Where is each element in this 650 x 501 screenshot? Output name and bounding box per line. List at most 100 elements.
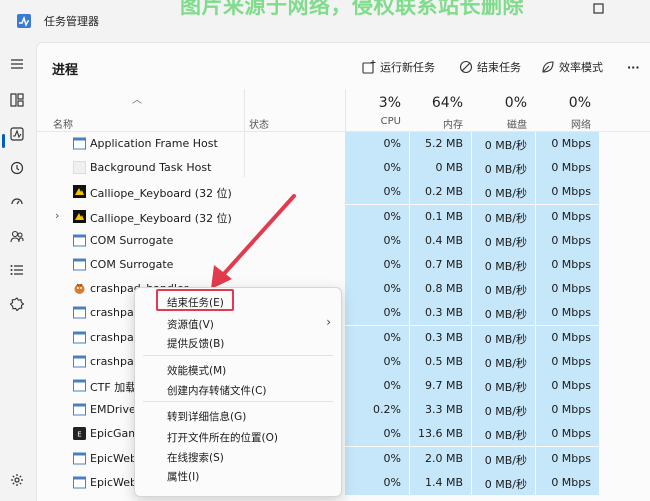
- process-row[interactable]: COM Surrogate 0% 0.7 MB 0 MB/秒 0 Mbps: [37, 253, 650, 277]
- more-icon: ···: [627, 60, 640, 74]
- page-title: 进程: [52, 63, 79, 78]
- users-icon[interactable]: [7, 226, 27, 246]
- efficiency-mode-button[interactable]: 效率模式: [541, 58, 603, 76]
- network-cell: 0 Mbps: [536, 156, 599, 181]
- svg-text:E: E: [77, 431, 81, 439]
- app-title: 任务管理器: [44, 15, 99, 28]
- menu-icon[interactable]: [7, 54, 27, 74]
- cpu-value: 0%: [383, 185, 401, 199]
- window-icon: [73, 476, 86, 489]
- process-row[interactable]: EpicWeb 0% 2.0 MB 0 MB/秒 0 Mbps: [37, 446, 650, 471]
- cpu-value: 0%: [383, 475, 401, 489]
- disk-cell: 0 MB/秒: [472, 422, 535, 447]
- keyboard-app-icon: [73, 209, 86, 223]
- startup-apps-icon[interactable]: [7, 192, 27, 212]
- performance-icon[interactable]: [7, 124, 27, 144]
- network-cell: 0 Mbps: [536, 374, 599, 398]
- process-row[interactable]: E EpicGam 0% 13.6 MB 0 MB/秒 0 Mbps: [37, 422, 650, 447]
- menu-item-open-file-location[interactable]: 打开文件所在的位置(O): [135, 427, 341, 446]
- disk-value: 0 MB/秒: [484, 332, 527, 346]
- network-cell: 0 Mbps: [536, 228, 599, 253]
- process-row[interactable]: crashpad 0% 0.3 MB 0 MB/秒 0 Mbps: [37, 325, 650, 350]
- memory-value: 13.6 MB: [417, 427, 463, 441]
- disk-value: 0 MB/秒: [484, 477, 527, 491]
- network-value: 0 Mbps: [551, 403, 591, 417]
- window-icon: [73, 137, 86, 150]
- memory-cell: 5.2 MB: [410, 132, 471, 156]
- memory-value: 0.7 MB: [424, 258, 463, 271]
- cpu-cell: 0%: [345, 470, 409, 495]
- app-history-icon[interactable]: [7, 158, 27, 178]
- highlight-box: [156, 289, 234, 311]
- process-row[interactable]: crashpad 0% 0.3 MB 0 MB/秒 0 Mbps: [37, 301, 650, 326]
- network-value: 0 Mbps: [551, 137, 591, 150]
- end-task-button[interactable]: 结束任务: [459, 58, 521, 76]
- menu-item-resource-values[interactable]: 资源值(V) ›: [135, 314, 341, 333]
- network-value: 0 Mbps: [551, 451, 591, 465]
- details-icon[interactable]: [7, 260, 27, 280]
- network-cell: 0 Mbps: [536, 132, 599, 156]
- window-icon: [73, 355, 86, 368]
- processes-icon[interactable]: [7, 90, 27, 110]
- process-row[interactable]: Application Frame Host 0% 5.2 MB 0 MB/秒 0 Mb…: [37, 132, 650, 156]
- disk-cell: 0 MB/秒: [472, 277, 535, 302]
- disk-value: 0 MB/秒: [484, 356, 527, 370]
- chevron-right-icon[interactable]: ›: [55, 209, 59, 222]
- process-row[interactable]: EMDriver 0.2% 3.3 MB 0 MB/秒 0 Mbps: [37, 398, 650, 423]
- disk-value: 0 MB/秒: [484, 405, 527, 419]
- disk-value: 0 MB/秒: [484, 235, 527, 249]
- cpu-cell: 0%: [345, 204, 409, 229]
- menu-item-search-online[interactable]: 在线搜索(S): [135, 447, 341, 466]
- memory-total: 64%: [431, 95, 463, 111]
- disk-value: 0 MB/秒: [484, 429, 527, 443]
- settings-icon[interactable]: [7, 470, 27, 490]
- disk-cell: 0 MB/秒: [472, 156, 535, 181]
- network-value: 0 Mbps: [551, 427, 591, 441]
- network-cell: 0 Mbps: [536, 253, 599, 277]
- column-name[interactable]: 名称: [53, 116, 73, 131]
- process-name: COM Surrogate: [90, 233, 174, 247]
- process-name: COM Surrogate: [90, 258, 174, 271]
- process-row[interactable]: crashpad_handler0%0.8 MB0 MB/秒0 Mbps: [37, 277, 650, 302]
- process-name: EpicWeb: [90, 475, 138, 489]
- process-row[interactable]: Background Task Host 0% 0 MB 0 MB/秒 0 Mbps: [37, 156, 650, 181]
- menu-item-provide-feedback[interactable]: 提供反馈(B): [135, 333, 341, 352]
- network-cell: 0 Mbps: [536, 470, 599, 495]
- run-new-task-button[interactable]: 运行新任务: [362, 58, 435, 76]
- process-name: Calliope_Keyboard (32 位): [90, 211, 232, 225]
- cpu-cell: 0.2%: [345, 398, 409, 423]
- disk-cell: 0 MB/秒: [472, 374, 535, 398]
- memory-cell: 0.2 MB: [410, 180, 471, 205]
- disk-cell: 0 MB/秒: [472, 301, 535, 326]
- process-row[interactable]: EpicWeb 0% 1.4 MB 0 MB/秒 0 Mbps: [37, 470, 650, 495]
- cpu-cell: 0%: [345, 228, 409, 253]
- menu-item-properties[interactable]: 属性(I): [135, 466, 341, 485]
- cpu-value: 0%: [383, 161, 401, 175]
- memory-cell: 0.7 MB: [410, 253, 471, 277]
- maximize-icon[interactable]: [592, 2, 606, 16]
- memory-value: 0.1 MB: [424, 209, 463, 223]
- process-row[interactable]: CTF 加载 0% 9.7 MB 0 MB/秒 0 Mbps: [37, 374, 650, 398]
- column-header: ︿ 名称 状态 3% CPU 64% 内存 0% 磁盘 0% 网络: [37, 89, 650, 177]
- memory-cell: 1.4 MB: [410, 470, 471, 495]
- services-icon[interactable]: [7, 294, 27, 314]
- menu-item-create-dump-file[interactable]: 创建内存转储文件(C): [135, 380, 341, 399]
- menu-item-go-to-details[interactable]: 转到详细信息(G): [135, 406, 341, 425]
- more-options-button[interactable]: ···: [627, 58, 640, 76]
- menu-item-efficiency-mode[interactable]: 效能模式(M): [135, 360, 341, 379]
- disk-total: 0%: [504, 95, 527, 111]
- column-status[interactable]: 状态: [249, 116, 269, 131]
- process-row[interactable]: COM Surrogate 0% 0.4 MB 0 MB/秒 0 Mbps: [37, 228, 650, 253]
- process-row[interactable]: Calliope_Keyboard (32 位) 0% 0.2 MB 0 MB/秒 0 …: [37, 180, 650, 205]
- sort-caret-icon[interactable]: ︿: [132, 91, 142, 106]
- cpu-cell: 0%: [345, 277, 409, 302]
- disk-value: 0 MB/秒: [484, 187, 527, 201]
- cpu-cell: 0%: [345, 422, 409, 447]
- network-label: 网络: [571, 120, 591, 131]
- menu-item-label: 创建内存转储文件(C): [167, 385, 267, 397]
- memory-cell: 0.3 MB: [410, 325, 471, 350]
- process-row[interactable]: crashpad 0% 0.5 MB 0 MB/秒 0 Mbps: [37, 349, 650, 374]
- memory-cell: 0.1 MB: [410, 204, 471, 229]
- keyboard-app-icon: [73, 185, 86, 199]
- process-row[interactable]: › Calliope_Keyboard (32 位) 0% 0.1 MB 0 MB/秒 0…: [37, 204, 650, 229]
